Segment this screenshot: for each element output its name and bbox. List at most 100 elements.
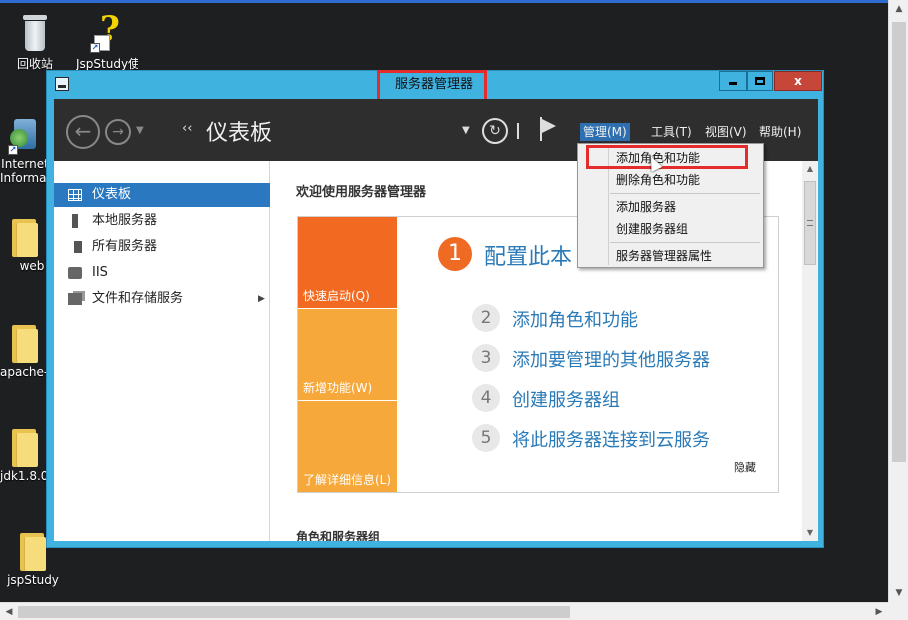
breadcrumb-dropdown-icon[interactable]: ▼ xyxy=(462,125,470,136)
scroll-right-arrow-icon[interactable]: ▶ xyxy=(870,603,888,620)
content-vertical-scrollbar[interactable]: ▲ ▼ xyxy=(802,161,818,541)
expand-arrow-icon[interactable]: ▶ xyxy=(258,287,265,311)
menu-item-create-server-group[interactable]: 创建服务器组 xyxy=(616,219,688,239)
scrollbar-thumb[interactable] xyxy=(18,606,570,618)
menu-item-add-servers[interactable]: 添加服务器 xyxy=(616,197,676,217)
nav-item-label: 所有服务器 xyxy=(92,239,158,254)
roles-heading: 角色和服务器组 xyxy=(296,530,381,541)
menu-separator xyxy=(610,242,760,243)
desktop-icon-recycle-bin[interactable]: 回收站 xyxy=(4,13,66,72)
maximize-button[interactable] xyxy=(747,71,773,91)
nav-item-dashboard[interactable]: 仪表板 xyxy=(54,183,270,207)
close-button[interactable]: x xyxy=(774,71,822,91)
manage-dropdown-menu: 添加角色和功能 删除角色和功能 添加服务器 创建服务器组 服务器管理器属性 xyxy=(577,143,764,268)
scroll-up-arrow-icon[interactable]: ▲ xyxy=(889,0,908,18)
server-manager-window: 服务器管理器 x ← → ▼ ‹‹ 仪表板 ▼ ↻ 管理(M) 工具(T) 视图… xyxy=(46,70,824,548)
nav-item-label: 仪表板 xyxy=(92,187,132,202)
step-number-5: 5 xyxy=(472,424,500,452)
step-link-add-roles[interactable]: 添加角色和功能 xyxy=(512,306,638,332)
scrollbar-thumb[interactable] xyxy=(892,22,906,462)
title-bar[interactable]: 服务器管理器 x xyxy=(47,70,823,104)
desktop-icon-web[interactable]: web xyxy=(0,219,50,273)
hide-link[interactable]: 隐藏 xyxy=(734,459,756,475)
tile-label: 新增功能(W) xyxy=(303,381,373,395)
minimize-icon xyxy=(729,82,737,85)
desktop-icon-label: apache-... xyxy=(0,365,50,379)
step-number-3: 3 xyxy=(472,344,500,372)
step-number-1: 1 xyxy=(438,237,472,271)
breadcrumb-arrow-icon: ‹‹ xyxy=(182,121,193,136)
nav-item-iis[interactable]: IIS xyxy=(54,261,270,285)
recycle-bin-icon xyxy=(20,13,50,53)
desktop-icon-label: web xyxy=(19,259,45,273)
dashboard-grid-icon xyxy=(68,189,82,201)
menu-view[interactable]: 视图(V) xyxy=(702,123,750,141)
refresh-button[interactable]: ↻ xyxy=(482,118,508,144)
breadcrumb: 仪表板 xyxy=(206,121,273,146)
desktop-icon-jdk[interactable]: jdk1.8.0... xyxy=(0,429,50,483)
tile-whats-new[interactable]: 新增功能(W) xyxy=(298,309,397,400)
arrow-right-icon: → xyxy=(112,124,124,140)
nav-item-all-servers[interactable]: 所有服务器 xyxy=(54,235,270,259)
refresh-icon: ↻ xyxy=(489,123,501,139)
desktop-icon-label: jspStudy xyxy=(7,573,59,587)
menu-manage[interactable]: 管理(M) xyxy=(580,123,630,141)
folder-icon xyxy=(10,325,40,363)
folder-icon xyxy=(10,219,40,257)
close-icon: x xyxy=(794,74,802,88)
folder-icon xyxy=(18,533,48,571)
jspstudy-shortcut-icon: ? ↗ xyxy=(90,9,120,53)
nav-item-label: IIS xyxy=(92,265,108,280)
desktop-icon-jspstudy-shortcut[interactable]: ?↗ JspStudy使... xyxy=(76,9,138,72)
tile-learn-more[interactable]: 了解详细信息(L) xyxy=(298,401,397,492)
folder-icon xyxy=(10,429,40,467)
nav-item-label: 本地服务器 xyxy=(92,213,158,228)
desktop-icon-label: jdk1.8.0... xyxy=(0,469,50,483)
iis-icon xyxy=(68,267,82,279)
nav-item-local-server[interactable]: 本地服务器 xyxy=(54,209,270,233)
nav-item-file-storage[interactable]: 文件和存储服务 ▶ xyxy=(54,287,270,311)
maximize-icon xyxy=(755,77,765,85)
step-link-create-group[interactable]: 创建服务器组 xyxy=(512,386,620,412)
step-number-4: 4 xyxy=(472,384,500,412)
tile-label: 了解详细信息(L) xyxy=(303,473,392,487)
nav-item-label: 文件和存储服务 xyxy=(92,291,184,306)
forward-button[interactable]: → xyxy=(105,119,131,145)
scroll-up-arrow-icon[interactable]: ▲ xyxy=(802,161,818,177)
toolbar-separator xyxy=(517,123,519,139)
tile-label: 快速启动(Q) xyxy=(303,289,370,303)
all-servers-icon xyxy=(68,241,82,253)
menu-item-remove-roles[interactable]: 删除角色和功能 xyxy=(616,170,700,190)
navigation-pane: 仪表板 本地服务器 所有服务器 IIS 文件和存储服务 ▶ xyxy=(54,161,270,541)
local-server-icon xyxy=(72,214,78,228)
welcome-heading: 欢迎使用服务器管理器 xyxy=(296,185,427,200)
file-storage-icon xyxy=(68,293,82,305)
scroll-left-arrow-icon[interactable]: ◀ xyxy=(0,603,18,620)
scrollbar-corner xyxy=(888,602,908,620)
notifications-flag-icon[interactable] xyxy=(538,117,556,141)
desktop-vertical-scrollbar[interactable]: ▲ ▼ xyxy=(888,0,908,602)
history-dropdown-icon[interactable]: ▼ xyxy=(136,125,144,136)
back-button[interactable]: ← xyxy=(66,115,100,149)
menu-highlight-box xyxy=(586,145,748,169)
iis-manager-icon: ↗ xyxy=(8,115,42,155)
menu-help[interactable]: 帮助(H) xyxy=(756,123,804,141)
desktop-icon-apache[interactable]: apache-... xyxy=(0,325,50,379)
menu-item-properties[interactable]: 服务器管理器属性 xyxy=(616,246,712,266)
server-manager-app-icon xyxy=(55,77,69,91)
desktop-icon-iis-manager[interactable]: ↗ Internet Information... xyxy=(0,115,50,185)
arrow-left-icon: ← xyxy=(74,119,92,143)
scrollbar-thumb[interactable] xyxy=(804,181,816,265)
step-number-2: 2 xyxy=(472,304,500,332)
step-link-cloud[interactable]: 将此服务器连接到云服务 xyxy=(512,426,710,452)
desktop-icon-label: Internet Information... xyxy=(0,157,50,185)
tile-quick-start[interactable]: 快速启动(Q) xyxy=(298,217,397,308)
minimize-button[interactable] xyxy=(719,71,747,91)
menu-separator xyxy=(610,193,760,194)
menu-tools[interactable]: 工具(T) xyxy=(648,123,695,141)
desktop-horizontal-scrollbar[interactable]: ◀ ▶ xyxy=(0,602,888,620)
scroll-down-arrow-icon[interactable]: ▼ xyxy=(802,525,818,541)
step-link-add-servers[interactable]: 添加要管理的其他服务器 xyxy=(512,346,710,372)
scroll-down-arrow-icon[interactable]: ▼ xyxy=(889,584,908,602)
step-link-configure[interactable]: 配置此本 xyxy=(484,239,572,271)
